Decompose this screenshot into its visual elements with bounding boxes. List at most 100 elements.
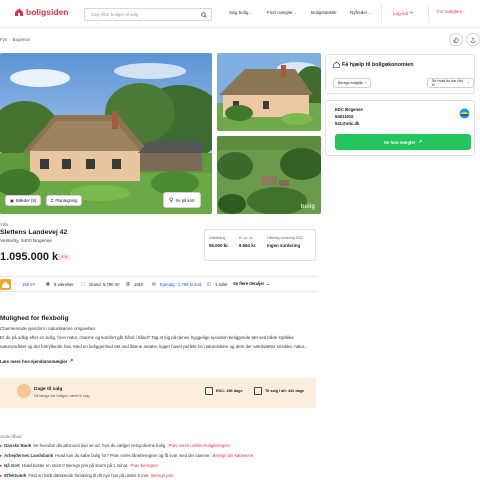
agent-phone[interactable]: 64811915 [335, 114, 353, 119]
ground-icon: ⬚ [81, 281, 85, 286]
share-button[interactable] [466, 33, 480, 46]
fact-text: Grund: 5.780 m² [89, 281, 120, 287]
chevron-right-icon: › [364, 81, 367, 85]
fact-rooms: ▦ 6 værelser [46, 281, 74, 287]
built-icon: ▥ [126, 281, 130, 286]
offers-title: Gode tilbud [0, 434, 22, 439]
offer-link[interactable]: Prøv vores unikke boligberegner [168, 443, 230, 449]
nav-item-statistics[interactable]: Boligstatistik [311, 10, 337, 15]
offer-text: Find en fuldt dækkende forsikring til di… [28, 473, 150, 478]
area-icon: ⌂ [14, 281, 17, 286]
photos-icon: ▣ [10, 198, 14, 203]
property-city: Vesterby, 5400 Bogense [0, 239, 52, 244]
house-side-photo [217, 53, 321, 131]
bank-icon: ▸ [0, 473, 3, 478]
days-for-sale-box: Dage til salg Så længe har boligen været… [0, 378, 316, 408]
chevron-right-icon: › [467, 81, 469, 85]
more-details-link[interactable]: Se flere detaljer ⌄ [233, 281, 270, 286]
stat-label: Offentlig vurdering 2022 [267, 236, 304, 240]
edc-logo [459, 108, 470, 119]
economy-title: Få hjælp til boligøkonomien [342, 62, 414, 68]
fact-toilet: ◫ 1 toilet [207, 281, 227, 287]
total-days: Til salg i alt: 432 dage [265, 389, 305, 393]
fact-built: ▥ 1910 [126, 281, 143, 287]
description-title: Mulighed for flexbolig [0, 315, 69, 322]
offer-row: ▸ Arbejdernes Landsbank Hvad kan du købe… [0, 453, 253, 459]
logo-text: boligsiden [26, 7, 69, 17]
search-icon[interactable] [201, 12, 207, 18]
stat-public-valuation: Offentlig vurdering 2022 Ingen vurdering [267, 236, 303, 248]
affordability-label: Se hvad du har råd til [432, 79, 463, 87]
fact-ground: ⬚ Grund: 5.780 m² [81, 281, 120, 287]
search-input[interactable]: Søg efter boliger til salg [84, 8, 212, 21]
for-agents-label: For mæglere [437, 9, 463, 14]
days-subtitle: Så længe har boligen været til salg [34, 394, 90, 398]
property-price: 1.095.000 kr. [0, 251, 65, 263]
arrow-icon: › [463, 9, 465, 14]
agent-email[interactable]: 541@edc.dk [335, 121, 359, 126]
see-at-agent-button[interactable]: Se hos mægler ↗ [335, 134, 471, 150]
nav-label: Søg bolig [229, 10, 249, 15]
calendar-icon [17, 384, 31, 398]
price-change-badge: -4 % [57, 254, 71, 260]
breadcrumb-separator: › [9, 37, 11, 42]
offer-text: Hvad kan du købe bolig for? Prøv vores l… [55, 453, 211, 458]
home-economy-icon [333, 61, 340, 68]
aerial-photo [217, 136, 321, 214]
offer-row: ▸ Effektværk Find en fuldt dækkende fors… [0, 473, 173, 479]
fact-text: 1 toilet [215, 281, 228, 287]
nav-label: Boligstatistik [311, 10, 337, 15]
map-label: Se på kort [175, 197, 195, 203]
more-details-label: Se flere detaljer [233, 281, 265, 286]
breadcrumb-item[interactable]: Fyn [0, 37, 7, 42]
mortgage-calc-button[interactable]: Beregn boliglån › [333, 78, 372, 88]
header-divider [428, 5, 429, 23]
photos-button[interactable]: ▣ Billeder (5) [5, 195, 42, 206]
total-calendar-icon [254, 387, 262, 395]
floorplan-button[interactable]: ⌗ Plantegning [46, 195, 83, 206]
nav-item-find-agent[interactable]: Find mægler ⌄ [267, 10, 297, 15]
mortgage-label: Beregn boliglån [338, 81, 363, 85]
read-more-link[interactable]: Læs mere hos ejendomsmægler ↗ [0, 358, 73, 364]
offer-bank: Arbejdernes Landsbank [4, 453, 54, 458]
stat-value: Ingen vurdering [267, 243, 301, 248]
external-link-icon: ↗ [418, 139, 423, 144]
breadcrumb-item[interactable]: Bogense [13, 37, 30, 42]
chevron-down-icon: ⌄ [249, 10, 253, 15]
affordability-button[interactable]: Se hvad du har råd til › [427, 78, 474, 88]
side-photo-bottom[interactable]: bolig [217, 136, 321, 214]
house-photo [0, 53, 212, 214]
cost-icon: ▤ [152, 281, 156, 286]
nav-label: Nyheder [350, 10, 368, 15]
login-icon: ⇥ [409, 10, 413, 15]
read-more-label: Læs mere hos ejendomsmægler [0, 358, 68, 364]
agent-button-label: Se hos mægler [383, 139, 416, 145]
bank-icon: ▸ [0, 443, 3, 448]
offer-row: ▸ Nå GoS Hvad koster en storm? Beregn pr… [0, 463, 158, 469]
stat-label: Kr. pr. m² [239, 236, 253, 240]
login-button[interactable]: Log ind ⇥ [393, 10, 413, 16]
map-button[interactable]: ⚲ Se på kort [163, 192, 201, 208]
description-subtitle: Charmerende ejendom i naturskønne omgive… [0, 326, 97, 331]
breadcrumb: Fyn › Bogense [0, 37, 30, 42]
like-button[interactable] [449, 33, 463, 46]
offer-link[interactable]: Prøv beregner [130, 463, 157, 469]
nav-item-search-home[interactable]: Søg bolig ⌄ [229, 10, 252, 15]
bank-icon: ▸ [0, 463, 3, 468]
fact-owner-cost[interactable]: ▤ Ejerudg.: 1.709 kr./md. [152, 281, 202, 287]
agent-days: EDC: 286 dage [216, 389, 243, 393]
map-pin-icon: ⚲ [169, 197, 174, 204]
offer-link[interactable]: Beregn pris [151, 473, 173, 479]
side-photo-top[interactable] [217, 53, 321, 131]
fact-text: Ejerudg.: 1.709 kr./md. [160, 281, 203, 287]
economy-panel: Få hjælp til boligøkonomien Beregn bolig… [325, 54, 475, 94]
for-agents-link[interactable]: For mæglere › [437, 9, 465, 14]
offer-text: Se hvordan din økonomi kan se ud, hvis d… [33, 443, 167, 448]
main-photo[interactable]: ▣ Billeder (5) ⌗ Plantegning ⚲ Se på kor… [0, 53, 212, 214]
fact-text: 1910 [134, 281, 144, 287]
offer-link[interactable]: Beregn din købsevne [213, 453, 254, 459]
nav-item-news[interactable]: Nyheder ⌄ [350, 10, 371, 15]
offer-text: Hvad koster en storm? Beregn pris på sto… [21, 463, 129, 468]
stat-label: Udbetaling [209, 236, 226, 240]
site-logo[interactable]: boligsiden [14, 7, 69, 17]
